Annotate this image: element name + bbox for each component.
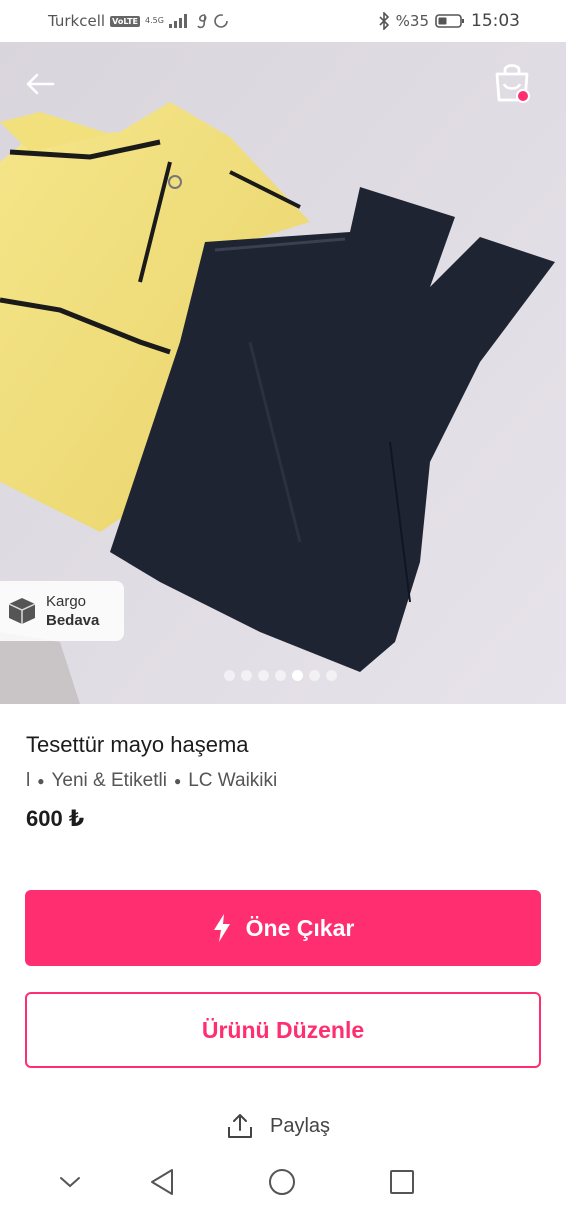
network-type: 4.5G	[145, 16, 164, 25]
meta-separator: ●	[173, 774, 182, 788]
status-right: %35 15:03	[378, 11, 520, 31]
pagination-dot	[275, 670, 286, 681]
signal-icon	[168, 14, 187, 28]
square-recents-icon	[390, 1170, 414, 1194]
product-meta: l ● Yeni & Etiketli ● LC Waikiki	[26, 770, 277, 792]
share-button[interactable]: Paylaş	[226, 1112, 330, 1140]
pagination-dot	[224, 670, 235, 681]
free-shipping-badge: Kargo Bedava	[0, 581, 124, 641]
pagination-dot	[241, 670, 252, 681]
product-brand[interactable]: LC Waikiki	[188, 770, 277, 792]
product-price: 600 ₺	[26, 806, 85, 831]
product-size: l	[26, 770, 31, 791]
cargo-line-2: Bedava	[46, 612, 100, 629]
battery-icon	[435, 14, 464, 28]
clock: 15:03	[471, 11, 520, 31]
pagination-dot	[309, 670, 320, 681]
cart-button[interactable]	[488, 60, 536, 108]
pagination-dot	[258, 670, 269, 681]
circle-home-icon	[269, 1169, 295, 1195]
status-left: Turkcell VoLTE 4.5G	[48, 12, 229, 30]
cargo-line-1: Kargo	[46, 593, 87, 610]
promote-button[interactable]: Öne Çıkar	[25, 890, 541, 966]
free-shipping-text: Kargo Bedava	[46, 592, 99, 630]
promote-button-label: Öne Çıkar	[245, 914, 355, 941]
nav-back-button[interactable]	[144, 1164, 180, 1200]
volte-badge: VoLTE	[110, 15, 141, 27]
product-title: Tesettür mayo haşema	[26, 732, 249, 757]
battery-percent: %35	[395, 12, 429, 30]
shopping-bag-icon	[495, 64, 530, 103]
package-icon	[8, 598, 36, 624]
g-app-icon	[197, 14, 207, 29]
pagination-dot	[292, 670, 303, 681]
product-image-gallery[interactable]: Kargo Bedava	[0, 42, 566, 704]
carrier-name: Turkcell	[48, 12, 106, 30]
triangle-back-icon	[151, 1169, 173, 1195]
nav-home-button[interactable]	[264, 1164, 300, 1200]
product-condition: Yeni & Etiketli	[51, 770, 167, 791]
arrow-left-icon	[26, 73, 55, 95]
share-label: Paylaş	[270, 1114, 331, 1137]
nav-collapse-button[interactable]	[52, 1164, 88, 1200]
chevron-down-icon	[60, 1177, 80, 1188]
pagination-dot	[326, 670, 337, 681]
system-nav-bar	[0, 1152, 566, 1212]
back-button[interactable]	[20, 64, 60, 104]
status-bar: Turkcell VoLTE 4.5G %35 15:03	[0, 0, 566, 42]
lightning-icon	[213, 914, 230, 942]
nav-recents-button[interactable]	[384, 1164, 420, 1200]
bluetooth-icon	[379, 12, 389, 30]
edit-product-label: Ürünü Düzenle	[201, 1016, 365, 1043]
sync-icon	[214, 14, 228, 28]
edit-product-button[interactable]: Ürünü Düzenle	[25, 992, 541, 1068]
share-icon	[228, 1114, 252, 1138]
meta-separator: ●	[37, 774, 45, 788]
image-pagination	[224, 670, 337, 681]
